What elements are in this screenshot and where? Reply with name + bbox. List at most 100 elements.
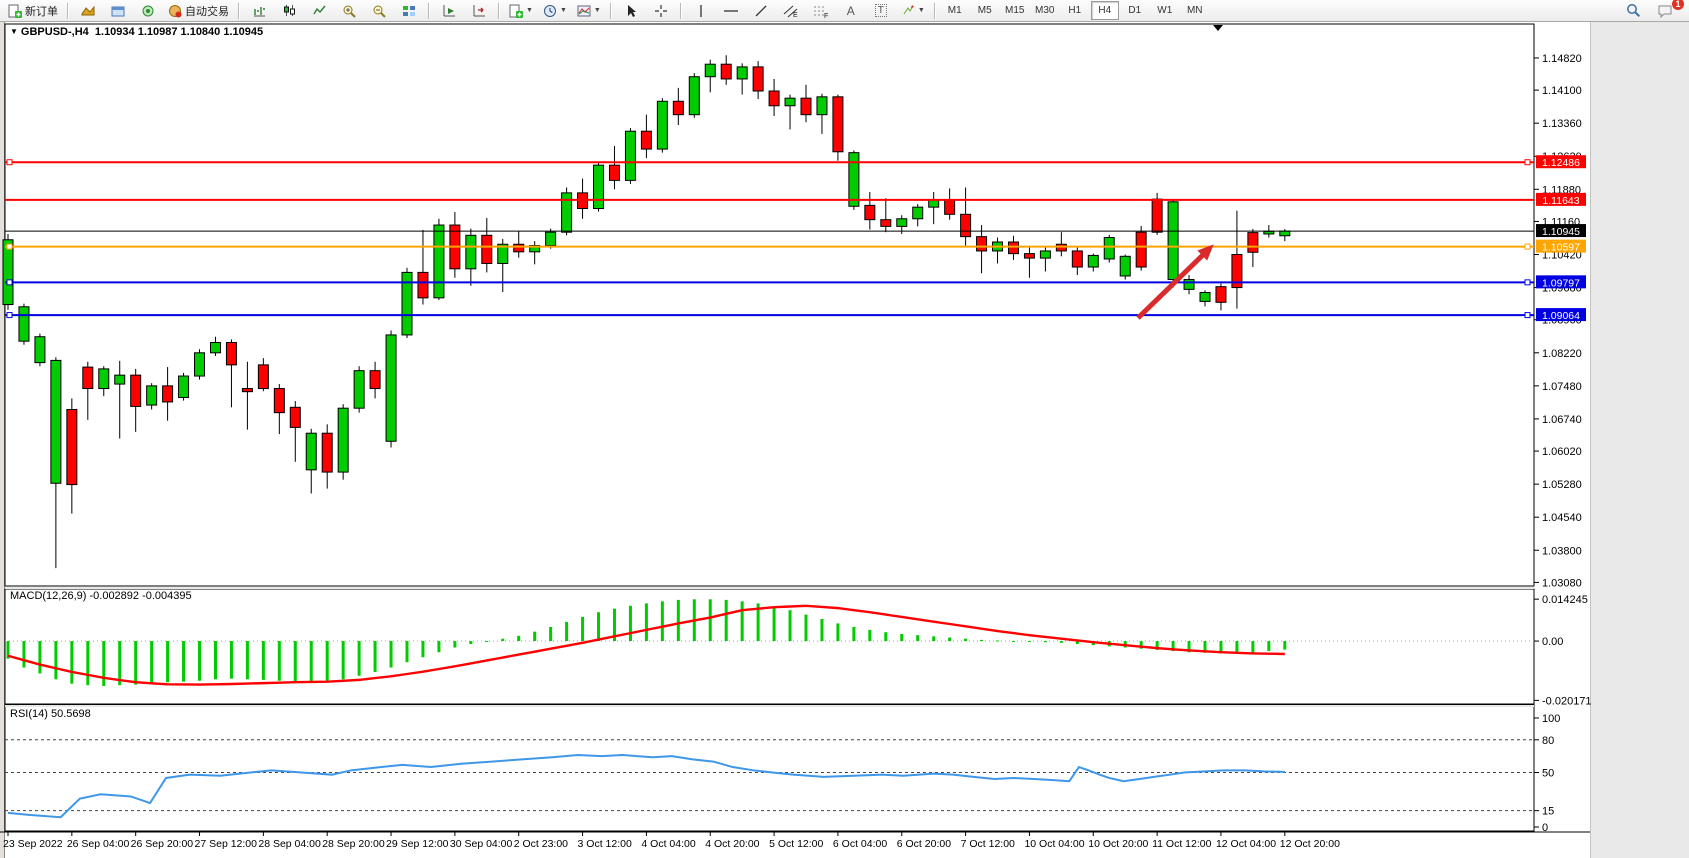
indicators-button[interactable]: ▼ [505,1,537,21]
fibonacci-button[interactable]: F [807,1,835,21]
ohlc-values: 1.10934 1.10987 1.10840 1.10945 [95,26,263,38]
price-level-label-text: 1.09797 [1542,277,1580,289]
search-button[interactable] [1619,1,1647,21]
rsi-tick-label: 50 [1542,768,1554,780]
time-tick-label: 29 Sep 12:00 [386,838,449,850]
vertical-line-button[interactable] [687,1,715,21]
chevron-down-icon: ▼ [560,7,567,14]
timeframe-m1[interactable]: M1 [941,1,969,20]
macd-tick-label: 0.014245 [1542,594,1588,606]
auto-scroll-button[interactable] [435,1,463,21]
sounds-button[interactable] [134,1,162,21]
time-tick-label: 4 Oct 20:00 [705,838,759,850]
time-tick-label: 26 Sep 20:00 [131,838,194,850]
collapse-triangle-icon[interactable]: ▼ [10,27,18,36]
line-handle[interactable] [1525,280,1530,285]
toolbar-separator [680,3,682,19]
horizontal-line-button[interactable] [717,1,745,21]
clock-icon [543,4,557,18]
crosshair-button[interactable] [647,1,675,21]
time-tick-label: 10 Oct 20:00 [1088,838,1148,850]
price-level-label-text: 1.10597 [1542,242,1580,254]
price-tick-label: 1.14100 [1542,85,1582,97]
new-order-button[interactable]: 新订单 [4,1,62,21]
autotrading-label: 自动交易 [185,3,229,19]
timeframe-w1[interactable]: W1 [1151,1,1179,20]
periods-button[interactable]: ▼ [539,1,571,21]
candlestick-chart-button[interactable] [275,1,303,21]
time-tick-label: 23 Sep 2022 [3,838,63,850]
charts-button[interactable] [74,1,102,21]
profile-icon [111,5,125,17]
line-handle[interactable] [7,280,12,285]
toolbar-separator [238,3,240,19]
time-tick-label: 10 Oct 04:00 [1024,838,1084,850]
line-handle[interactable] [7,160,12,165]
tile-windows-button[interactable] [395,1,423,21]
line-handle[interactable] [7,244,12,249]
chart-area[interactable]: 1.148201.141001.133601.126201.118801.111… [0,22,1689,858]
line-handle[interactable] [1525,160,1530,165]
vertical-line-icon [696,4,706,18]
chevron-down-icon: ▼ [594,7,601,14]
line-handle[interactable] [1525,313,1530,318]
panel-splitter[interactable] [5,587,1534,589]
chat-icon [1657,4,1673,18]
svg-text:E: E [793,12,798,18]
text-button[interactable]: A [837,1,865,21]
mt4-window: 新订单 自动交易 ▼ ▼ ▼ E F A T ▼ [0,0,1689,858]
macd-tick-label: 0.00 [1542,636,1563,648]
time-tick-label: 6 Oct 04:00 [833,838,887,850]
timeframe-h4[interactable]: H4 [1091,1,1119,20]
trendline-icon [754,4,768,18]
price-level-label-text: 1.09064 [1542,310,1580,322]
price-tick-label: 1.08220 [1542,348,1582,360]
price-tick-label: 1.04540 [1542,512,1582,524]
macd-name: MACD(12,26,9) [10,590,86,602]
time-tick-label: 26 Sep 04:00 [67,838,130,850]
radar-icon [141,4,155,18]
line-chart-icon [313,4,326,17]
main-panel-frame [5,24,1534,586]
chart-gold-icon [81,5,95,17]
line-handle[interactable] [1525,244,1530,249]
arrows-tool-button[interactable]: ▼ [897,1,929,21]
bar-chart-button[interactable] [245,1,273,21]
line-chart-button[interactable] [305,1,333,21]
timeframe-h1[interactable]: H1 [1061,1,1089,20]
timeframe-mn[interactable]: MN [1181,1,1209,20]
zoom-out-button[interactable] [365,1,393,21]
timeframe-d1[interactable]: D1 [1121,1,1149,20]
macd-values: -0.002892 -0.004395 [89,590,191,602]
svg-text:F: F [824,13,828,18]
profiles-button[interactable] [104,1,132,21]
timeframe-m5[interactable]: M5 [971,1,999,20]
toolbar-separator [67,3,69,19]
price-level-label-text: 1.10945 [1542,226,1580,238]
panel-splitter[interactable] [5,705,1534,707]
equidistant-channel-button[interactable]: E [777,1,805,21]
arrows-tool-icon [901,4,915,17]
search-icon [1626,3,1641,18]
zoom-in-button[interactable] [335,1,363,21]
autotrading-button[interactable]: 自动交易 [164,1,233,21]
cursor-button[interactable] [617,1,645,21]
price-tick-label: 1.06740 [1542,414,1582,426]
tile-windows-icon [402,5,416,17]
templates-button[interactable]: ▼ [573,1,605,21]
trendline-button[interactable] [747,1,775,21]
time-tick-label: 5 Oct 12:00 [769,838,823,850]
price-tick-label: 1.07480 [1542,381,1582,393]
price-tick-label: 1.13360 [1542,118,1582,130]
chart-shift-icon [472,4,486,17]
rsi-panel-frame [5,705,1534,831]
timeframe-m15[interactable]: M15 [1001,1,1029,20]
timeframe-m30[interactable]: M30 [1031,1,1059,20]
toolbar-separator [498,3,500,19]
line-handle[interactable] [7,313,12,318]
notifications-button[interactable]: 1 [1651,1,1679,21]
crosshair-icon [654,4,668,18]
chart-shift-button[interactable] [465,1,493,21]
text-label-button[interactable]: T [867,1,895,21]
symbol-period-label: GBPUSD-,H4 [21,26,89,38]
